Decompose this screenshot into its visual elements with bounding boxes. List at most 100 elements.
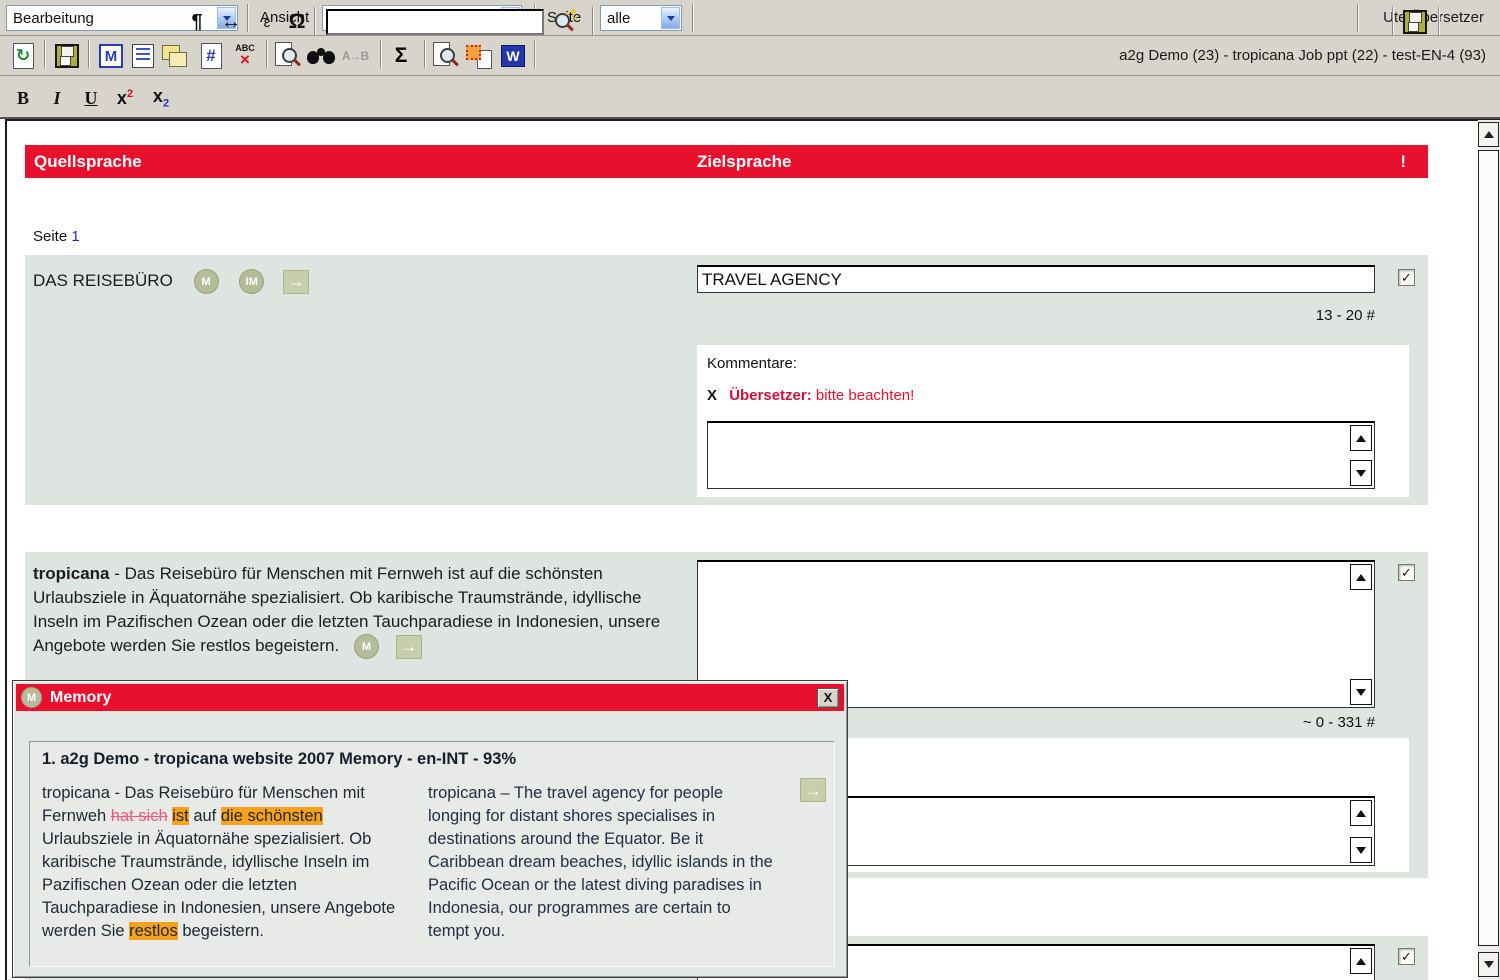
scroll-down-button[interactable]: [1350, 460, 1372, 486]
page-value: alle: [607, 10, 630, 27]
comments-label: Kommentare:: [707, 355, 797, 372]
separator: [44, 40, 45, 68]
memory-match-panel: 1. a2g Demo - tropicana website 2007 Mem…: [29, 741, 835, 967]
cascade-windows-button[interactable]: [160, 41, 190, 71]
segment1-source-text: DAS REISEBÜRO M IM →: [33, 269, 309, 294]
memory-button[interactable]: M: [96, 41, 126, 71]
segment-row-1: DAS REISEBÜRO M IM → ✓ 13 - 20 # Komment…: [25, 255, 1428, 505]
grid-header: Quellsprache Zielsprache !: [25, 145, 1428, 178]
scroll-up-button[interactable]: [1350, 564, 1372, 590]
separator: [314, 7, 315, 35]
scrollbar-down-button[interactable]: [1478, 952, 1499, 977]
scroll-up-button[interactable]: [1350, 425, 1372, 451]
separator: [1392, 7, 1393, 35]
save-icon: [1403, 10, 1427, 34]
export-button[interactable]: [464, 41, 494, 71]
word-export-button[interactable]: W: [498, 41, 528, 71]
statistics-button[interactable]: Σ: [386, 41, 416, 71]
internal-memory-badge[interactable]: IM: [239, 269, 264, 294]
find-button[interactable]: [306, 41, 336, 71]
bold-button[interactable]: B: [8, 83, 38, 113]
refresh-button[interactable]: ↻: [8, 41, 38, 71]
numbering-button[interactable]: #: [196, 41, 226, 71]
superscript-button[interactable]: x2: [110, 83, 140, 113]
separator: [88, 40, 89, 68]
page-magnifier-icon: [433, 42, 457, 70]
italic-button[interactable]: I: [42, 83, 72, 113]
replace-ab-icon: A→B: [342, 49, 368, 63]
save-icon: [55, 44, 79, 68]
expand-spacing-button[interactable]: ↔: [216, 7, 246, 37]
memory-icon: M: [99, 44, 123, 68]
source-column-header: Quellsprache: [34, 152, 142, 172]
sigma-icon: Σ: [395, 44, 408, 68]
separator: [1438, 7, 1439, 35]
scrollbar-thumb[interactable]: [1478, 150, 1499, 946]
italic-icon: I: [53, 88, 60, 109]
memory-match-header: 1. a2g Demo - tropicana website 2007 Mem…: [42, 750, 516, 769]
segment3-done-checkbox[interactable]: ✓: [1398, 948, 1415, 965]
subscript-icon: x2: [153, 86, 169, 110]
copy-source-arrow-button[interactable]: →: [396, 635, 422, 659]
format-toolbar: B I U x2 x2: [0, 76, 1500, 119]
search-input[interactable]: [326, 9, 544, 35]
comment-delete-x-icon[interactable]: X: [707, 387, 717, 404]
page-dropdown[interactable]: alle: [600, 5, 682, 31]
cascade-windows-icon: [162, 44, 188, 68]
separator: [266, 40, 267, 68]
scrollbar-up-button[interactable]: [1478, 122, 1499, 147]
preview-button[interactable]: [272, 41, 302, 71]
memory-window: M Memory X 1. a2g Demo - tropicana websi…: [12, 680, 848, 978]
separator: [424, 40, 425, 68]
comment-entry: X Übersetzer: bitte beachten!: [707, 387, 914, 404]
search-button[interactable]: [550, 7, 580, 37]
comment-text: bitte beachten!: [816, 387, 914, 404]
separator: [692, 4, 693, 32]
epsilon-icon: ε: [264, 14, 271, 31]
remove-markings-button[interactable]: ABC ×: [230, 41, 260, 71]
pilcrow-button[interactable]: ¶: [182, 7, 212, 37]
segment1-comment-textarea[interactable]: [707, 421, 1375, 489]
page-number-link[interactable]: 1: [71, 228, 79, 245]
separator: [534, 40, 535, 68]
memory-icon: M: [21, 687, 42, 708]
memory-match-badge[interactable]: M: [354, 634, 379, 659]
memory-source-text: tropicana - Das Reisebüro für Menschen m…: [42, 782, 410, 943]
segment1-comments-panel: Kommentare: X Übersetzer: bitte beachten…: [697, 345, 1409, 497]
segment2-done-checkbox[interactable]: ✓: [1398, 564, 1415, 581]
save-button[interactable]: [52, 41, 82, 71]
flag-column-header: !: [1400, 152, 1406, 172]
separator: [247, 4, 248, 32]
replace-button[interactable]: A→B: [340, 41, 370, 71]
segment-list-button[interactable]: [128, 41, 158, 71]
segment1-target-input[interactable]: [697, 265, 1375, 293]
symbol-button[interactable]: Ω: [282, 7, 312, 37]
segment1-done-checkbox[interactable]: ✓: [1398, 269, 1415, 286]
scroll-up-button[interactable]: [1350, 948, 1372, 974]
print-preview-button[interactable]: [430, 41, 460, 71]
export-icon: [466, 43, 492, 69]
vertical-scrollbar[interactable]: [1478, 120, 1500, 980]
hash-page-icon: #: [201, 43, 222, 69]
segment2-source-text: tropicana - Das Reisebüro für Menschen m…: [33, 562, 681, 659]
pilcrow-icon: ¶: [191, 11, 202, 34]
memory-window-titlebar[interactable]: M Memory X: [16, 684, 844, 711]
icon-toolbar: ↻ M # ABC × A→B Σ W a2: [0, 36, 1500, 76]
separator: [1357, 4, 1358, 32]
underline-button[interactable]: U: [76, 83, 106, 113]
page-indicator: Seite 1: [33, 228, 80, 245]
segment2-source-lead: tropicana: [33, 564, 110, 583]
user-name: Ute Übersetzer: [1383, 9, 1484, 26]
scroll-down-button[interactable]: [1350, 837, 1372, 863]
insert-match-arrow-button[interactable]: →: [800, 778, 826, 802]
subscript-button[interactable]: x2: [146, 83, 176, 113]
close-icon[interactable]: X: [817, 688, 839, 708]
save-segment-button[interactable]: [1400, 7, 1430, 37]
memory-match-badge[interactable]: M: [194, 269, 219, 294]
chevron-down-icon[interactable]: [661, 7, 680, 29]
copy-source-arrow-button[interactable]: →: [283, 270, 309, 294]
left-right-arrow-icon: ↔: [221, 11, 241, 34]
scroll-down-button[interactable]: [1350, 679, 1372, 705]
epsilon-button[interactable]: ε: [252, 7, 282, 37]
scroll-up-button[interactable]: [1350, 800, 1372, 826]
